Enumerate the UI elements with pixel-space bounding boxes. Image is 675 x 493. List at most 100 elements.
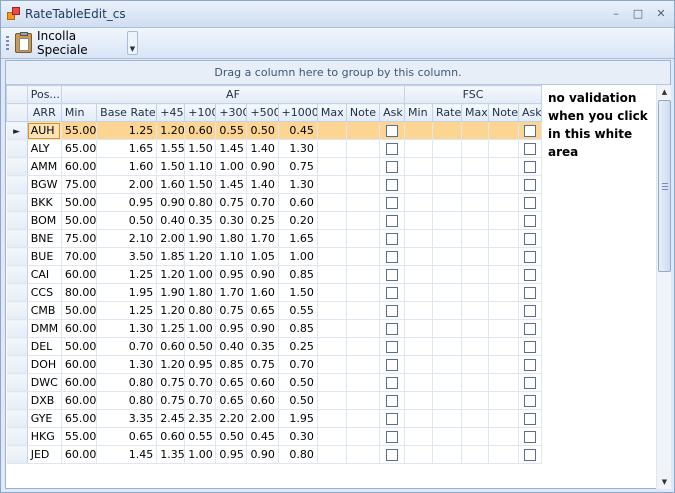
cell-p500[interactable]: 1.70 [246, 229, 279, 248]
cell-min[interactable]: 50.00 [61, 211, 98, 230]
cell-arr[interactable]: DXB [27, 391, 62, 410]
cell-arr[interactable]: ALY [27, 139, 62, 158]
cell-min[interactable]: 80.00 [61, 283, 98, 302]
cell-p100[interactable]: 0.35 [184, 211, 217, 230]
cell-fsc-note[interactable] [488, 265, 520, 284]
row-indicator[interactable] [6, 337, 28, 356]
column-header[interactable]: Min [404, 103, 434, 122]
cell-fsc-max[interactable] [461, 391, 489, 410]
fsc-ask-checkbox[interactable] [524, 323, 536, 335]
cell-p300[interactable]: 0.95 [215, 319, 248, 338]
cell-fsc-note[interactable] [488, 427, 520, 446]
table-row[interactable]: CMB 50.00 1.25 1.20 0.80 0.75 0.65 0.55 [6, 301, 542, 320]
cell-p300[interactable]: 0.95 [215, 445, 248, 464]
cell-p1000[interactable]: 0.80 [278, 445, 318, 464]
cell-af-max[interactable] [317, 355, 347, 374]
cell-base[interactable]: 0.70 [96, 337, 158, 356]
cell-p45[interactable]: 0.75 [156, 373, 186, 392]
cell-p1000[interactable]: 0.85 [278, 319, 318, 338]
af-ask-checkbox[interactable] [386, 359, 399, 371]
cell-fsc-rate[interactable] [432, 229, 463, 248]
cell-p300[interactable]: 0.75 [215, 301, 248, 320]
cell-fsc-max[interactable] [461, 229, 489, 248]
cell-arr[interactable]: DEL [27, 337, 62, 356]
cell-fsc-min[interactable] [404, 229, 434, 248]
cell-fsc-ask[interactable] [518, 427, 542, 446]
table-row[interactable]: DWC 60.00 0.80 0.75 0.70 0.65 0.60 0.50 [6, 373, 542, 392]
cell-af-note[interactable] [346, 445, 381, 464]
scroll-down-icon[interactable]: ▼ [657, 475, 672, 489]
cell-af-note[interactable] [346, 427, 381, 446]
cell-af-note[interactable] [346, 247, 381, 266]
table-row[interactable]: BNE 75.00 2.10 2.00 1.90 1.80 1.70 1.65 [6, 229, 542, 248]
cell-base[interactable]: 0.80 [96, 391, 158, 410]
fsc-ask-checkbox[interactable] [524, 395, 536, 407]
cell-p300[interactable]: 0.30 [215, 211, 248, 230]
cell-arr[interactable]: CCS [27, 283, 62, 302]
column-header[interactable]: Note [487, 103, 520, 122]
cell-p45[interactable]: 2.00 [156, 229, 186, 248]
cell-p500[interactable]: 0.35 [246, 337, 279, 356]
minimize-button[interactable]: – [607, 6, 625, 22]
column-header[interactable]: Min [60, 103, 98, 122]
cell-fsc-note[interactable] [488, 355, 520, 374]
cell-min[interactable]: 60.00 [61, 265, 98, 284]
cell-p1000[interactable]: 0.75 [278, 157, 318, 176]
cell-p1000[interactable]: 1.65 [278, 229, 318, 248]
cell-base[interactable]: 1.65 [96, 139, 158, 158]
cell-arr[interactable]: DWC [27, 373, 62, 392]
row-indicator[interactable] [6, 283, 28, 302]
cell-af-max[interactable] [317, 445, 347, 464]
column-header[interactable]: +500 [246, 103, 279, 122]
cell-min[interactable]: 55.00 [61, 427, 98, 446]
cell-p100[interactable]: 0.80 [184, 193, 217, 212]
cell-p500[interactable]: 0.75 [246, 355, 279, 374]
cell-arr[interactable]: BUE [27, 247, 62, 266]
fsc-ask-checkbox[interactable] [524, 179, 536, 191]
cell-fsc-max[interactable] [461, 139, 489, 158]
cell-af-ask[interactable] [379, 409, 406, 428]
table-row[interactable]: DOH 60.00 1.30 1.20 0.95 0.85 0.75 0.70 [6, 355, 542, 374]
cell-af-note[interactable] [346, 337, 381, 356]
cell-fsc-note[interactable] [488, 319, 520, 338]
cell-p500[interactable]: 1.40 [246, 139, 279, 158]
cell-fsc-min[interactable] [404, 265, 434, 284]
cell-fsc-min[interactable] [404, 157, 434, 176]
cell-fsc-ask[interactable] [518, 247, 542, 266]
cell-p500[interactable]: 0.90 [246, 265, 279, 284]
cell-fsc-note[interactable] [488, 157, 520, 176]
cell-fsc-min[interactable] [404, 247, 434, 266]
row-indicator[interactable] [6, 391, 28, 410]
cell-fsc-max[interactable] [461, 211, 489, 230]
column-header[interactable]: Base Rate [96, 103, 158, 122]
cell-fsc-ask[interactable] [518, 121, 542, 140]
cell-fsc-ask[interactable] [518, 355, 542, 374]
column-header[interactable]: Rate [432, 103, 463, 122]
cell-p500[interactable]: 0.60 [246, 391, 279, 410]
cell-arr[interactable]: GYE [27, 409, 62, 428]
scroll-thumb[interactable] [658, 100, 671, 272]
cell-p300[interactable]: 2.20 [215, 409, 248, 428]
cell-p500[interactable]: 0.45 [246, 427, 279, 446]
cell-p500[interactable]: 0.90 [246, 445, 279, 464]
cell-af-note[interactable] [346, 283, 381, 302]
table-row[interactable]: CAI 60.00 1.25 1.20 1.00 0.95 0.90 0.85 [6, 265, 542, 284]
cell-af-note[interactable] [346, 301, 381, 320]
column-header[interactable]: +100 [184, 103, 217, 122]
column-header[interactable]: Max [461, 103, 489, 122]
cell-fsc-ask[interactable] [518, 301, 542, 320]
table-row[interactable]: JED 60.00 1.45 1.35 1.00 0.95 0.90 0.80 [6, 445, 542, 464]
cell-p45[interactable]: 1.60 [156, 175, 186, 194]
paste-special-button[interactable]: Incolla Speciale [15, 29, 125, 57]
cell-p1000[interactable]: 1.50 [278, 283, 318, 302]
cell-af-note[interactable] [346, 175, 381, 194]
cell-min[interactable]: 60.00 [61, 157, 98, 176]
cell-af-note[interactable] [346, 409, 381, 428]
close-button[interactable]: ✕ [652, 6, 670, 22]
cell-fsc-ask[interactable] [518, 391, 542, 410]
cell-min[interactable]: 50.00 [61, 301, 98, 320]
cell-p500[interactable]: 0.65 [246, 301, 279, 320]
cell-af-max[interactable] [317, 229, 347, 248]
cell-arr[interactable]: JED [27, 445, 62, 464]
column-header[interactable]: +300 [215, 103, 248, 122]
